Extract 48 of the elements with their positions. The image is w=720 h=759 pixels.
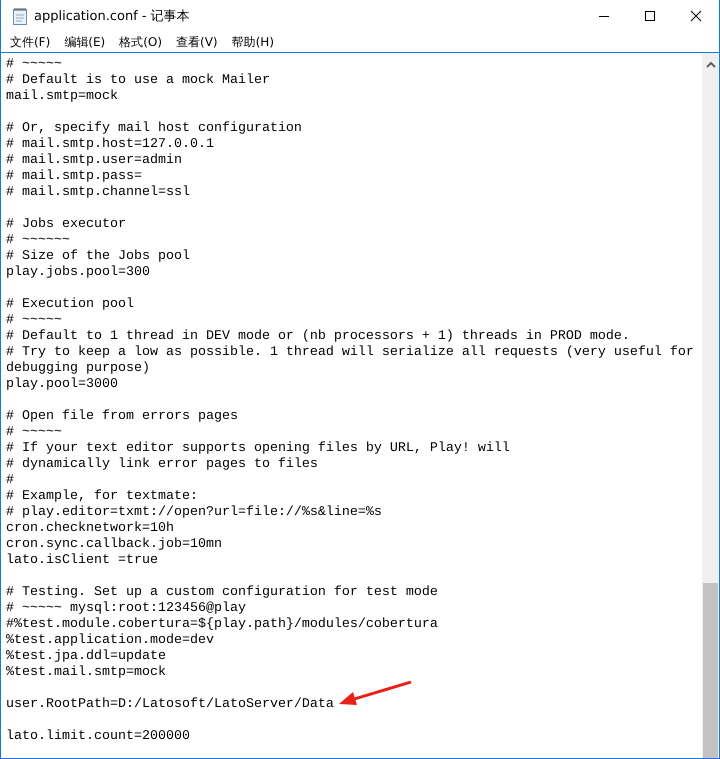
code-line: # Or, specify mail host configuration [6,121,302,136]
window-title: application.conf - 记事本 [34,8,190,25]
code-line: #%test.module.cobertura=${play.path}/modules/cobertura [6,617,438,632]
menu-item[interactable]: 查看(V) [169,34,225,50]
code-line: # mail.smtp.channel=ssl [6,185,190,200]
code-line: # Try to keep a low as possible. 1 thread will serialize all requests (very useful for [6,345,694,360]
code-line: # dynamically link error pages to files [6,457,318,472]
code-line: # Execution pool [6,297,134,312]
code-line: mail.smtp=mock [6,89,118,104]
code-line: debugging purpose) [6,361,150,376]
code-line: # play.editor=txmt://open?url=file://%s&line=%s [6,505,382,520]
code-line: # Example, for textmate: [6,489,198,504]
menu-item[interactable]: 文件(F) [3,34,58,50]
code-line: %test.jpa.ddl=update [6,649,166,664]
code-line: # Jobs executor [6,217,126,232]
scrollbar-thumb[interactable] [703,583,718,758]
code-line: cron.sync.callback.job=10mn [6,537,222,552]
code-line: cron.checknetwork=10h [6,521,174,536]
menu-item[interactable]: 编辑(E) [57,34,112,50]
code-line: # ~~~~~ [6,313,62,328]
code-line: # Size of the Jobs pool [6,249,190,264]
code-line: # mail.smtp.user=admin [6,153,182,168]
code-line: # Default is to use a mock Mailer [6,73,270,88]
code-line: # mail.smtp.pass= [6,169,142,184]
code-line: %test.application.mode=dev [6,633,214,648]
code-line: play.jobs.pool=300 [6,265,150,280]
code-line: lato.isClient =true [6,553,158,568]
code-line: # Open file from errors pages [6,409,238,424]
code-line: user.RootPath=D:/Latosoft/LatoServer/Data [6,697,334,712]
code-line: # ~~~~~ mysql:root:123456@play [6,601,246,616]
maximize-icon [644,10,656,22]
code-line: # ~~~~~ [6,57,62,72]
code-line: # ~~~~~ [6,425,62,440]
scrollbar[interactable] [702,53,719,758]
scroll-up-icon[interactable] [706,61,716,69]
menu-item[interactable]: 格式(O) [112,34,170,50]
code-line: # ~~~~~~ [6,233,70,248]
code-line: play.pool=3000 [6,377,118,392]
notepad-icon [12,7,28,25]
code-line: # mail.smtp.host=127.0.0.1 [6,137,214,152]
menu-item[interactable]: 帮助(H) [224,34,281,50]
code-line: # If your text editor supports opening files by URL, Play! will [6,441,510,456]
code-line: # [6,473,14,488]
code-line: %test.mail.smtp=mock [6,665,166,680]
code-line: # Default to 1 thread in DEV mode or (nb processors + 1) threads in PROD mode. [6,329,630,344]
code-line: # Testing. Set up a custom configuration for test mode [6,585,438,600]
code-line: lato.limit.count=200000 [6,729,190,744]
close-icon [690,10,702,22]
